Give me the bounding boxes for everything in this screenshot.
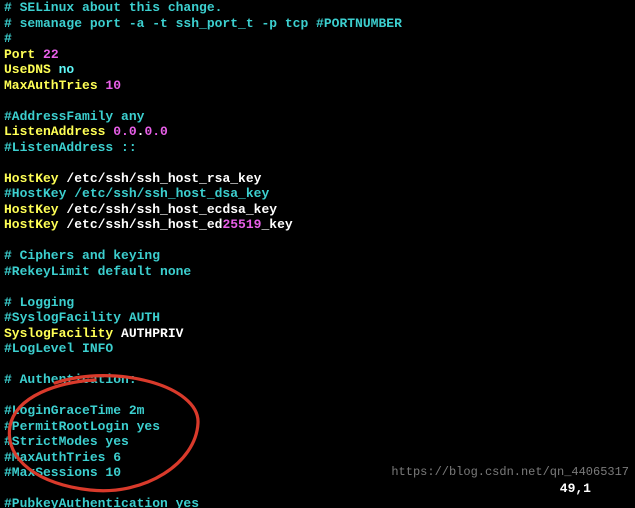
config-line: #AddressFamily any — [4, 109, 631, 125]
config-line: HostKey /etc/ssh/ssh_host_ed25519_key — [4, 217, 631, 233]
config-line — [4, 279, 631, 295]
config-line: HostKey /etc/ssh/ssh_host_rsa_key — [4, 171, 631, 187]
config-line: #SyslogFacility AUTH — [4, 310, 631, 326]
config-line: # Logging — [4, 295, 631, 311]
config-line: # Authentication: — [4, 372, 631, 388]
config-line — [4, 233, 631, 249]
config-line: # Ciphers and keying — [4, 248, 631, 264]
config-line — [4, 155, 631, 171]
watermark-text: https://blog.csdn.net/qn_44065317 — [391, 465, 629, 481]
config-line: #MaxAuthTries 6 — [4, 450, 631, 466]
config-line: MaxAuthTries 10 — [4, 78, 631, 94]
config-line: #RekeyLimit default none — [4, 264, 631, 280]
config-line: #PubkeyAuthentication yes — [4, 496, 631, 508]
config-line — [4, 357, 631, 373]
config-line: #ListenAddress :: — [4, 140, 631, 156]
config-line: # SELinux about this change. — [4, 0, 631, 16]
config-line: #PermitRootLogin yes — [4, 419, 631, 435]
vim-status-position: 49,1 — [560, 481, 591, 497]
config-line — [4, 481, 631, 497]
config-line — [4, 388, 631, 404]
config-line: # semanage port -a -t ssh_port_t -p tcp … — [4, 16, 631, 32]
config-line: SyslogFacility AUTHPRIV — [4, 326, 631, 342]
config-line: # — [4, 31, 631, 47]
terminal-viewport[interactable]: # SELinux about this change.# semanage p… — [0, 0, 635, 508]
config-line: #HostKey /etc/ssh/ssh_host_dsa_key — [4, 186, 631, 202]
config-line: #LoginGraceTime 2m — [4, 403, 631, 419]
config-line: #LogLevel INFO — [4, 341, 631, 357]
config-line: HostKey /etc/ssh/ssh_host_ecdsa_key — [4, 202, 631, 218]
config-line: ListenAddress 0.0.0.0 — [4, 124, 631, 140]
config-line — [4, 93, 631, 109]
config-line: Port 22 — [4, 47, 631, 63]
config-line: #StrictModes yes — [4, 434, 631, 450]
config-line: UseDNS no — [4, 62, 631, 78]
